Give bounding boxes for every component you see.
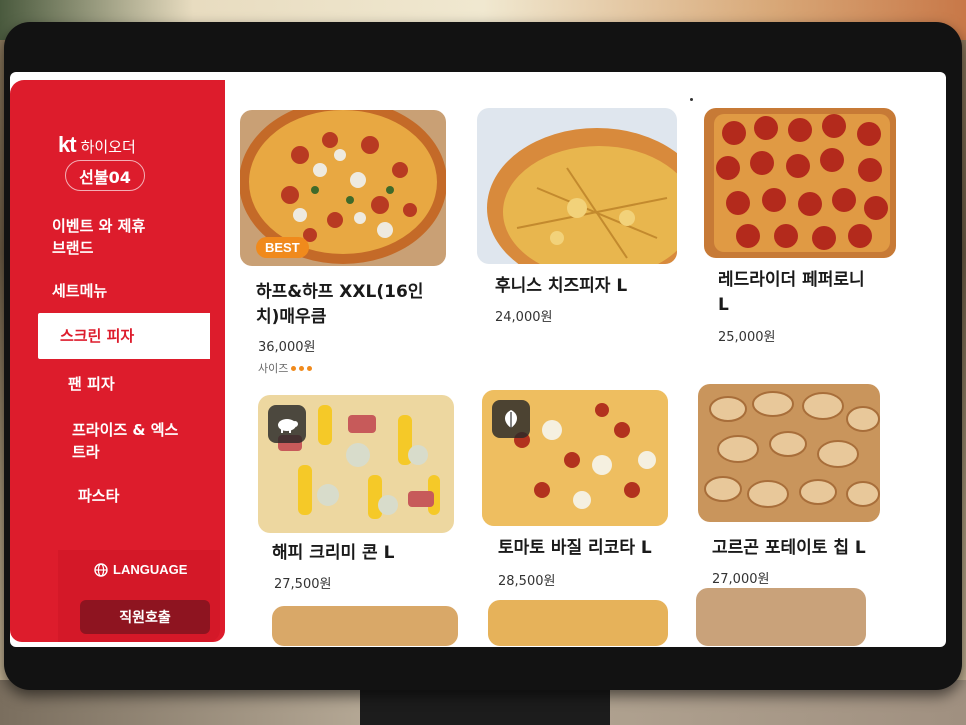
menu-card[interactable]: 해피 크리미 콘 L 27,500원: [258, 395, 468, 595]
pig-icon: [268, 405, 306, 443]
category-item-screen-pizza[interactable]: 스크린 피자: [38, 313, 210, 359]
table-number-badge: 선불04: [65, 160, 145, 191]
category-label: 스크린 피자: [60, 327, 135, 345]
globe-icon: [94, 562, 108, 577]
menu-price: 28,500원: [498, 574, 556, 589]
menu-image: [272, 606, 458, 646]
menu-card-partial[interactable]: [696, 588, 866, 646]
category-item-fries-extra[interactable]: 프라이즈 & 엑스 트라: [10, 409, 225, 473]
menu-name: 하프&하프 XXL(16인 치)매우큼: [256, 282, 424, 327]
menu-image: [477, 108, 677, 264]
category-item-pan-pizza[interactable]: 팬 피자: [10, 359, 225, 409]
menu-card[interactable]: 후니스 치즈피자 L 24,000원: [477, 108, 687, 338]
menu-price: 27,000원: [712, 572, 770, 587]
menu-image: [698, 384, 880, 522]
tablet-screen: kt 하이오더 선불04 이벤트 와 제휴 브랜드 세트메뉴 스크린 피자 팬 …: [10, 72, 946, 647]
category-label: 팬 피자: [68, 375, 115, 393]
category-sidebar: kt 하이오더 선불04 이벤트 와 제휴 브랜드 세트메뉴 스크린 피자 팬 …: [10, 80, 225, 642]
staff-call-button[interactable]: 직원호출: [80, 600, 210, 634]
category-item-set-menu[interactable]: 세트메뉴: [10, 269, 225, 313]
menu-image: [696, 588, 866, 646]
menu-card[interactable]: 레드라이더 페퍼로니 L 25,000원: [704, 108, 914, 348]
menu-image: [704, 108, 896, 258]
language-button[interactable]: LANGUAGE: [94, 562, 187, 577]
more-dot: [690, 98, 693, 101]
menu-price: 36,000원: [258, 340, 316, 355]
kt-logo: kt: [58, 132, 77, 157]
menu-name: 고르곤 포테이토 칩 L: [712, 538, 866, 558]
menu-price: 27,500원: [274, 577, 332, 592]
menu-name: 토마토 바질 리코타 L: [498, 538, 652, 558]
menu-image: [488, 600, 668, 646]
category-label: 세트메뉴: [52, 282, 108, 300]
menu-image: [482, 390, 668, 526]
leaf-icon: [492, 400, 530, 438]
menu-price: 24,000원: [495, 310, 553, 325]
menu-name: 해피 크리미 콘 L: [272, 543, 395, 563]
menu-card-partial[interactable]: [488, 600, 668, 646]
menu-card[interactable]: 고르곤 포테이토 칩 L 27,000원: [698, 384, 908, 589]
category-label: 프라이즈 & 엑스 트라: [72, 421, 179, 461]
menu-price: 25,000원: [718, 330, 776, 345]
category-list: 이벤트 와 제휴 브랜드 세트메뉴 스크린 피자 팬 피자 프라이즈 & 엑스 …: [10, 215, 225, 519]
sidebar-footer: LANGUAGE 직원호출: [58, 550, 220, 642]
menu-card[interactable]: 토마토 바질 리코타 L 28,500원: [482, 390, 692, 595]
option-dot: [291, 365, 297, 371]
size-option: 사이즈: [258, 360, 313, 376]
option-dot: [299, 365, 305, 371]
menu-name: 레드라이더 페퍼로니 L: [718, 270, 865, 315]
app-name: 하이오더: [80, 138, 136, 156]
menu-name: 후니스 치즈피자 L: [495, 276, 628, 296]
menu-image: BEST: [240, 110, 446, 266]
menu-image: [258, 395, 454, 533]
language-label: LANGUAGE: [113, 562, 188, 577]
category-label: 이벤트 와 제휴 브랜드: [52, 217, 146, 257]
category-item-events[interactable]: 이벤트 와 제휴 브랜드: [10, 215, 225, 269]
option-dot: [307, 365, 313, 371]
category-item-pasta[interactable]: 파스타: [10, 473, 225, 519]
best-badge: BEST: [256, 237, 309, 258]
size-label: 사이즈: [258, 362, 289, 375]
menu-card-partial[interactable]: [272, 606, 458, 646]
menu-card[interactable]: BEST 하프&하프 XXL(16인 치)매우큼 36,000원 사이즈: [240, 110, 450, 380]
category-label: 파스타: [78, 487, 120, 505]
brand-logo: kt 하이오더: [58, 132, 136, 158]
